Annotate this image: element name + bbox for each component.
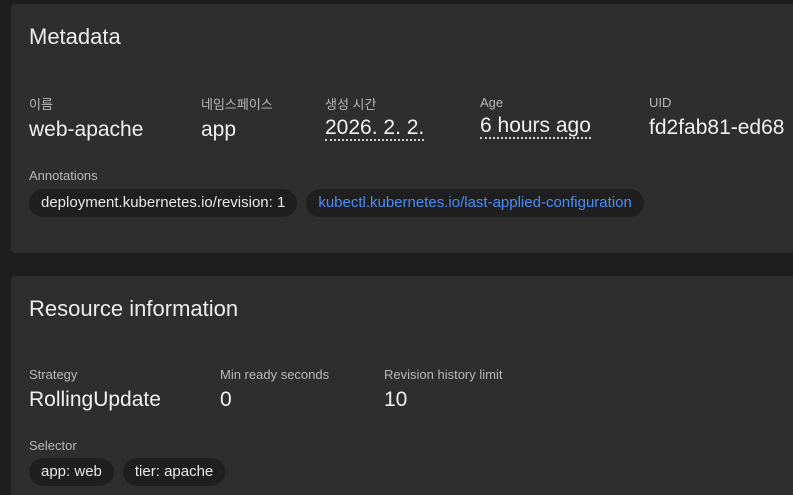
field-strategy: Strategy RollingUpdate xyxy=(29,367,161,413)
selector-chip-tier: tier: apache xyxy=(122,458,226,486)
selector-chip-app: app: web xyxy=(29,458,114,486)
metadata-card: Metadata 이름 web-apache 네임스페이스 app 생성 시간 … xyxy=(11,4,793,253)
resource-information-title: Resource information xyxy=(29,296,239,321)
field-namespace-value: app xyxy=(201,118,237,141)
annotations-list: deployment.kubernetes.io/revision: 1 kub… xyxy=(29,189,644,217)
field-name-label: 이름 xyxy=(29,97,53,112)
field-min-ready-seconds-value: 0 xyxy=(220,388,232,411)
field-created-value[interactable]: 2026. 2. 2. xyxy=(325,117,425,141)
metadata-title: Metadata xyxy=(29,24,121,49)
annotation-chip-last-applied[interactable]: kubectl.kubernetes.io/last-applied-confi… xyxy=(306,189,644,217)
field-strategy-value: RollingUpdate xyxy=(29,388,161,411)
field-strategy-label: Strategy xyxy=(29,367,78,382)
field-min-ready-seconds: Min ready seconds 0 xyxy=(220,367,329,413)
field-name-value: web-apache xyxy=(29,118,144,141)
resource-information-card: Resource information Strategy RollingUpd… xyxy=(11,276,793,495)
field-age-value[interactable]: 6 hours ago xyxy=(480,115,591,139)
field-uid-label: UID xyxy=(649,95,672,110)
field-created-label: 생성 시간 xyxy=(325,97,377,112)
field-min-ready-seconds-label: Min ready seconds xyxy=(220,367,330,382)
field-revision-history-limit-label: Revision history limit xyxy=(384,367,503,382)
field-age-label: Age xyxy=(480,95,504,110)
field-namespace-label: 네임스페이스 xyxy=(201,97,273,112)
field-uid: UID fd2fab81-ed68 xyxy=(649,95,784,141)
field-name: 이름 web-apache xyxy=(29,97,143,143)
field-namespace: 네임스페이스 app xyxy=(201,97,273,143)
field-uid-value: fd2fab81-ed68 xyxy=(649,116,785,139)
annotations-label: Annotations xyxy=(29,168,98,183)
selector-list: app: web tier: apache xyxy=(29,458,226,486)
field-created: 생성 시간 2026. 2. 2. xyxy=(325,97,425,141)
annotation-chip-revision: deployment.kubernetes.io/revision: 1 xyxy=(29,189,298,217)
deployment-detail-page: Metadata 이름 web-apache 네임스페이스 app 생성 시간 … xyxy=(0,0,793,495)
field-revision-history-limit: Revision history limit 10 xyxy=(384,367,502,413)
selector-label: Selector xyxy=(29,438,77,453)
field-age: Age 6 hours ago xyxy=(480,95,591,139)
field-revision-history-limit-value: 10 xyxy=(384,388,408,411)
